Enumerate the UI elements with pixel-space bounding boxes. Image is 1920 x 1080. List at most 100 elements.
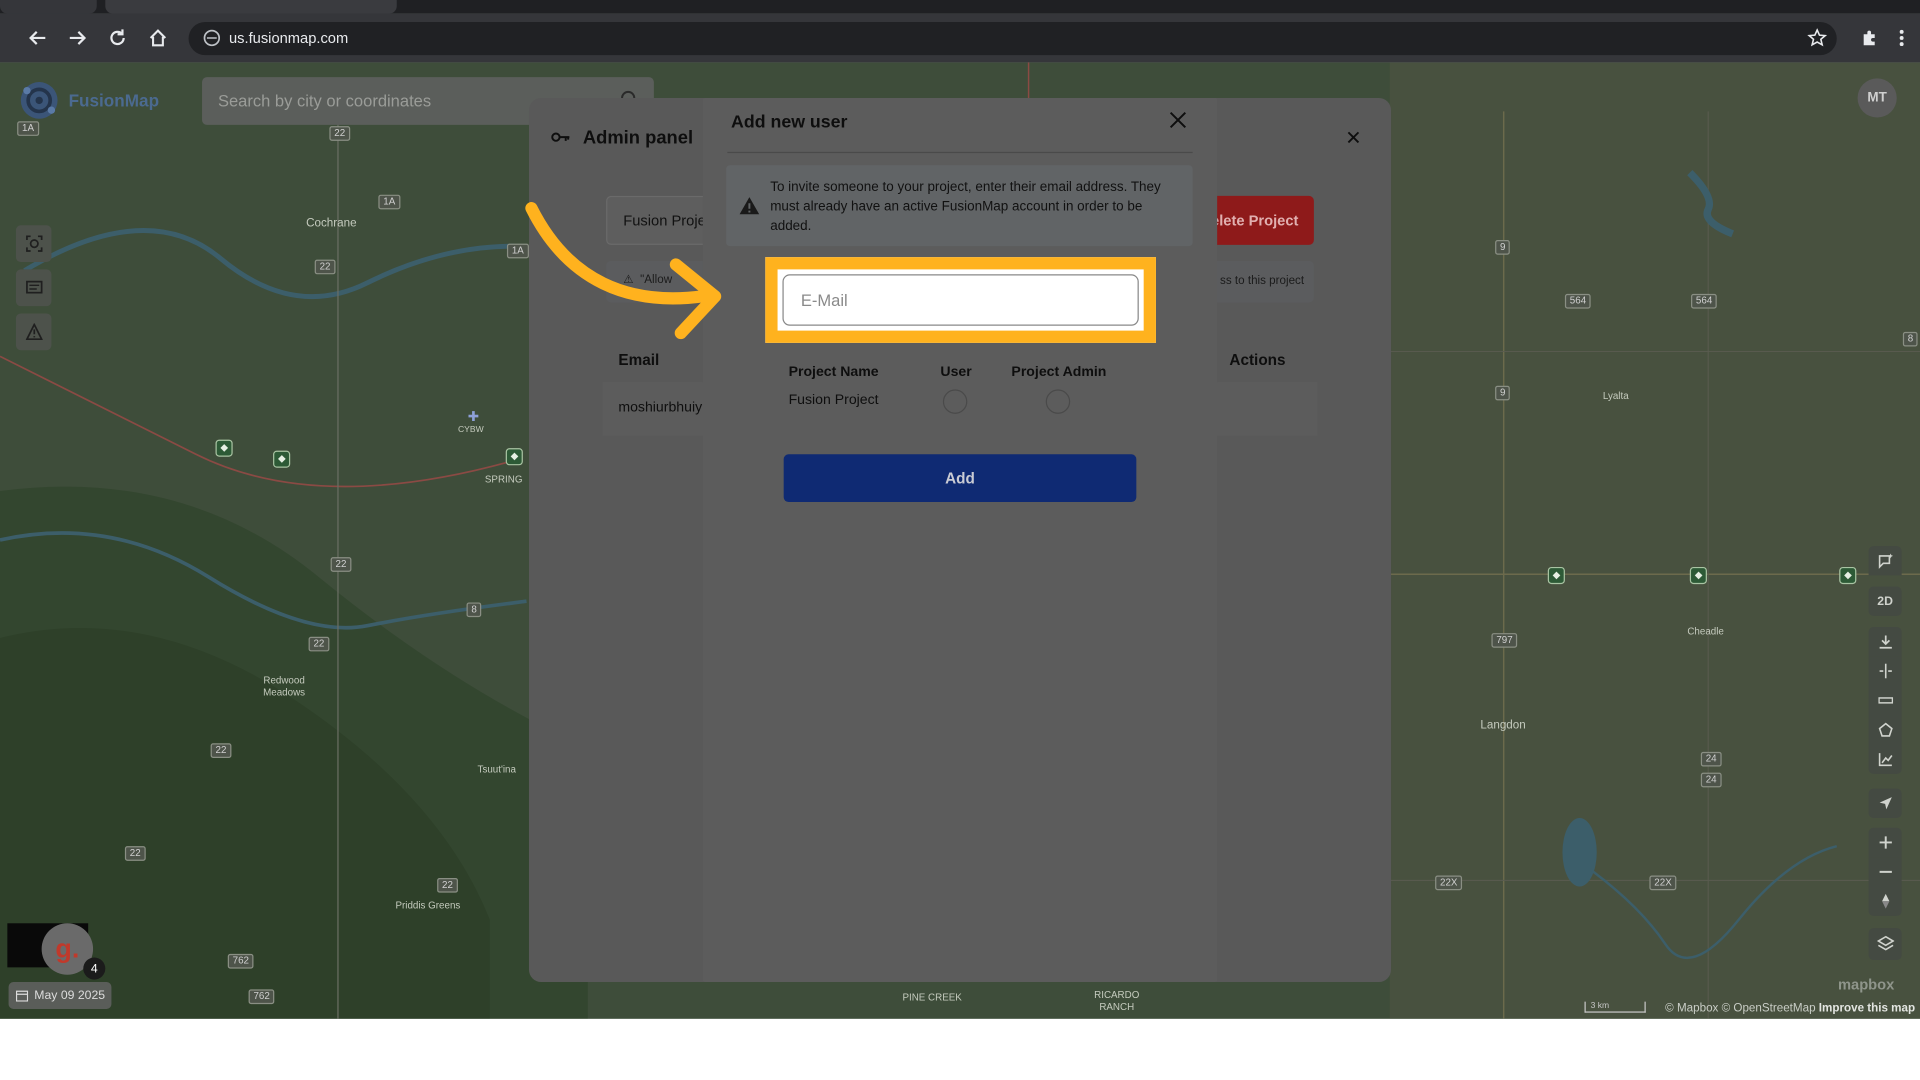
improve-map-link[interactable]: Improve this map <box>1819 1002 1915 1015</box>
highway-shield-icon: ◆ <box>273 450 291 468</box>
column-header-user: User <box>940 364 972 380</box>
add-user-button[interactable]: Add <box>783 454 1137 503</box>
close-icon[interactable] <box>1169 111 1187 129</box>
invite-info-alert: To invite someone to your project, enter… <box>726 165 1193 247</box>
user-email-cell: moshiurbhuiy <box>618 400 703 416</box>
project-admin-role-checkbox[interactable] <box>1045 389 1071 414</box>
browser-menu-button[interactable] <box>1888 24 1915 51</box>
warning-icon <box>739 197 760 215</box>
home-button[interactable] <box>144 24 171 51</box>
user-avatar[interactable]: MT <box>1857 78 1897 118</box>
project-select[interactable]: Fusion Proje <box>606 195 717 245</box>
road-shield: 797 <box>1491 633 1518 648</box>
column-header-project-admin: Project Admin <box>1011 364 1107 380</box>
road-shield: 22X <box>1435 875 1463 891</box>
attribution-mapbox[interactable]: © Mapbox <box>1665 1002 1718 1015</box>
map-label: Cochrane <box>306 216 357 231</box>
tab-strip <box>0 0 1920 14</box>
measure-button[interactable] <box>1868 685 1902 716</box>
map-label: Cheadle <box>1687 625 1724 637</box>
road-shield: 22X <box>1649 875 1677 891</box>
email-field[interactable] <box>782 274 1139 326</box>
highway-shield-icon: ◆ <box>1839 566 1857 585</box>
map-label: Langdon <box>1480 718 1526 733</box>
arrow-right-icon <box>69 31 87 45</box>
warning-icon <box>25 323 43 341</box>
extensions-button[interactable] <box>1856 24 1883 51</box>
road-shield: 22 <box>308 636 330 652</box>
plus-icon <box>1878 836 1892 849</box>
road-shield: 22 <box>210 743 232 758</box>
layers-button[interactable] <box>1868 928 1902 961</box>
chart-icon <box>1878 753 1892 767</box>
browser-tab[interactable] <box>0 0 97 14</box>
chart-button[interactable] <box>1868 744 1902 774</box>
draw-polygon-button[interactable] <box>1868 715 1902 745</box>
site-info-icon[interactable] <box>203 29 221 47</box>
date-picker[interactable]: May 09 2025 <box>8 982 112 1009</box>
user-role-checkbox[interactable] <box>942 389 968 414</box>
road-shield: 22 <box>437 877 458 893</box>
fusionmap-logo-icon <box>20 82 58 119</box>
search-placeholder: Search by city or coordinates <box>217 91 432 111</box>
modal-divider <box>727 151 1193 154</box>
invite-info-text: To invite someone to your project, enter… <box>770 180 1161 234</box>
ai-chat-button[interactable] <box>1868 546 1902 576</box>
browser-tab-active[interactable] <box>105 0 397 14</box>
locate-me-button[interactable] <box>1868 788 1902 818</box>
modal-title: Add new user <box>731 112 848 133</box>
back-button[interactable] <box>24 24 51 51</box>
reload-icon <box>110 29 125 46</box>
add-user-modal: Add new user To invite someone to your p… <box>702 97 1218 983</box>
tool-detect-button[interactable] <box>15 225 52 263</box>
view-mode-toggle[interactable]: 2D <box>1868 586 1902 616</box>
admin-panel-title: Admin panel <box>582 127 694 149</box>
tool-messages-button[interactable] <box>15 269 52 307</box>
bookmark-star-icon[interactable] <box>1807 28 1827 48</box>
road-shield: 22 <box>330 557 352 572</box>
reload-button[interactable] <box>104 24 131 51</box>
navigation-arrow-icon <box>1878 797 1892 810</box>
zoom-out-button[interactable] <box>1868 857 1902 887</box>
message-icon <box>25 280 42 294</box>
column-header-actions: Actions <box>1229 351 1286 369</box>
road-shield: 22 <box>124 846 146 861</box>
split-arrows-icon <box>1878 663 1892 679</box>
kebab-menu-icon <box>1899 29 1904 47</box>
admin-panel-close-button[interactable]: ✕ <box>1345 126 1361 150</box>
minus-icon <box>1878 870 1892 873</box>
road-shield: 8 <box>466 602 482 618</box>
address-bar[interactable]: us.fusionmap.com <box>188 22 1837 56</box>
map-label: RICARDO RANCH <box>1094 989 1140 1013</box>
zoom-in-button[interactable] <box>1868 827 1902 858</box>
url-text: us.fusionmap.com <box>228 29 349 47</box>
delete-project-button[interactable]: elete Project <box>1208 195 1314 245</box>
split-view-button[interactable] <box>1868 656 1902 686</box>
road-shield: 24 <box>1700 751 1722 767</box>
road-shield: 8 <box>1902 331 1919 347</box>
mapbox-logo: mapbox <box>1837 975 1895 994</box>
tool-alerts-button[interactable] <box>15 313 52 351</box>
forward-button[interactable] <box>64 24 91 51</box>
download-button[interactable] <box>1868 626 1902 657</box>
map-label: SPRING <box>484 473 523 485</box>
road-shield: 564 <box>1564 293 1592 309</box>
attribution-osm[interactable]: © OpenStreetMap <box>1722 1002 1816 1015</box>
browser-toolbar: us.fusionmap.com <box>0 13 1920 63</box>
app-name: FusionMap <box>68 90 160 111</box>
download-icon <box>1878 635 1892 649</box>
airport-icon: ✚ <box>467 410 480 425</box>
chat-sparkle-icon <box>1878 553 1893 569</box>
compass-button[interactable] <box>1868 886 1902 916</box>
email-field-highlight <box>765 257 1156 343</box>
screen: us.fusionmap.com Cochrane CYBW SPRING Re… <box>0 0 1920 1080</box>
road-shield: 22 <box>314 259 336 275</box>
polygon-icon <box>1878 722 1893 737</box>
road-shield: 9 <box>1495 240 1511 255</box>
road-shield: 762 <box>248 989 275 1005</box>
road-shield: 1A <box>506 243 529 259</box>
road-shield: 1A <box>378 194 401 210</box>
left-toolbar <box>15 225 52 351</box>
app-logo[interactable]: FusionMap <box>17 76 159 125</box>
notification-badge: 4 <box>83 957 106 980</box>
